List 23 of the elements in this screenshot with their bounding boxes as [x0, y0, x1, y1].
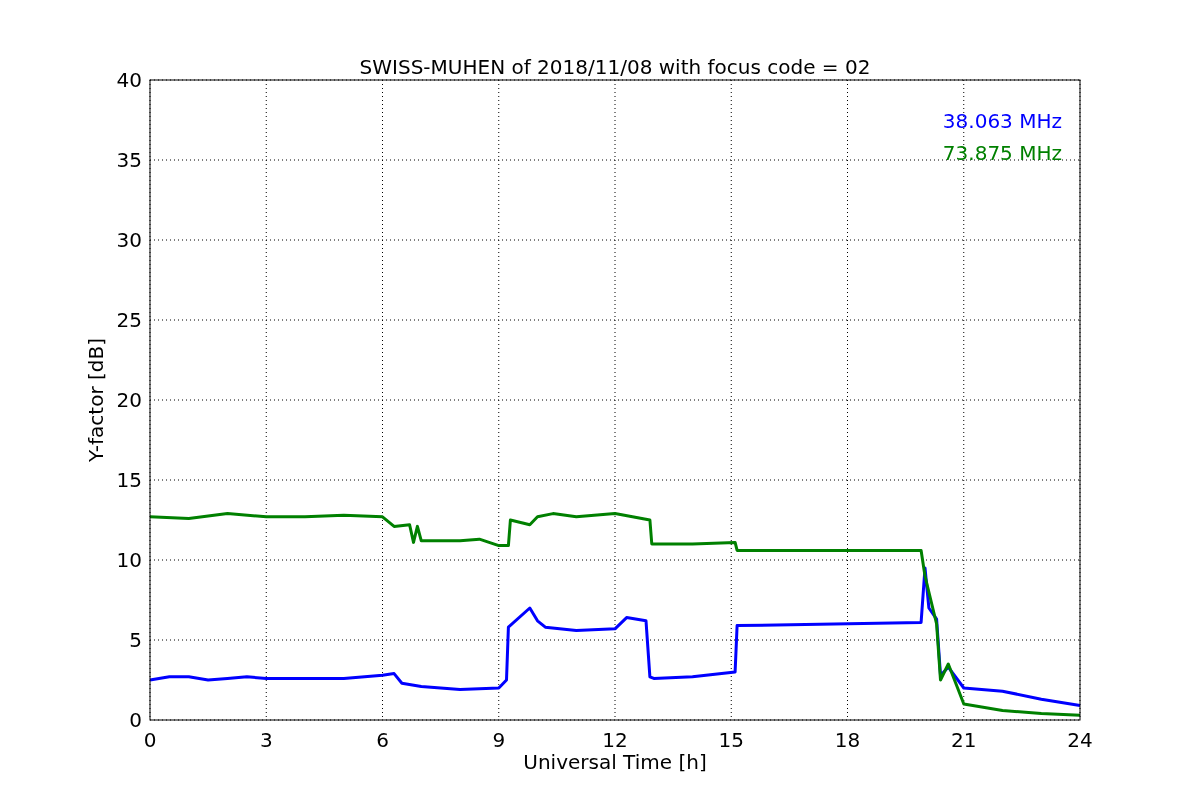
x-tick-label: 12: [602, 728, 628, 752]
y-tick-label: 5: [129, 628, 142, 652]
x-tick-label: 0: [143, 728, 157, 752]
x-tick-label: 9: [492, 728, 506, 752]
x-tick-label: 18: [834, 728, 861, 752]
x-tick-label: 15: [718, 728, 744, 752]
x-tick-label: 6: [376, 728, 389, 752]
x-tick-label: 21: [951, 728, 977, 752]
y-tick-label: 0: [129, 708, 142, 732]
x-tick-label: 3: [259, 728, 273, 752]
y-tick-label: 10: [116, 548, 142, 572]
legend-label: 38.063 MHz: [942, 109, 1062, 133]
y-tick-label: 40: [116, 68, 142, 92]
x-tick-label: 24: [1067, 728, 1093, 752]
x-axis-label: Universal Time [h]: [523, 750, 707, 774]
y-tick-label: 20: [116, 388, 142, 412]
y-tick-label: 25: [116, 308, 142, 332]
y-axis-label: Y-factor [dB]: [84, 338, 108, 462]
y-tick-label: 15: [116, 468, 142, 492]
y-tick-label: 30: [116, 228, 142, 252]
legend-label: 73.875 MHz: [942, 141, 1062, 165]
chart-title: SWISS-MUHEN of 2018/11/08 with focus code = 02: [359, 55, 871, 79]
y-tick-label: 35: [116, 148, 142, 172]
